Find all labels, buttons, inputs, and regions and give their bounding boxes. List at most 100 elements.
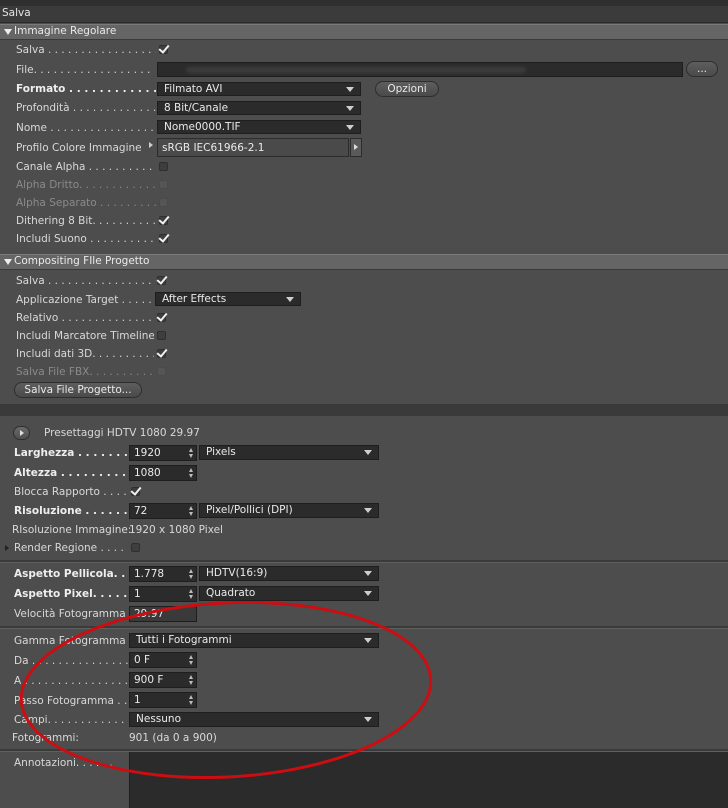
render-regione-checkbox[interactable] (131, 543, 140, 552)
aspetto-pellicola-dropdown[interactable]: HDTV(16:9) (199, 566, 379, 581)
separator (0, 560, 728, 563)
canale-alpha-label: Canale Alpha . . . . . . . . . . . (16, 161, 156, 173)
alpha-dritto-label: Alpha Dritto. . . . . . . . . . . . . (16, 179, 156, 191)
gamma-fotogramma-dropdown[interactable]: Tutti i Fotogrammi (129, 633, 379, 648)
aspetto-pellicola-input[interactable]: 1.778 (129, 566, 197, 582)
includi-suono-label: Includi Suono . . . . . . . . . . . (16, 233, 156, 245)
chevron-down-icon (364, 571, 372, 576)
render-regione-expand-icon[interactable] (5, 545, 9, 551)
applicazione-target-dropdown[interactable]: After Effects (155, 292, 301, 306)
chevron-down-icon (346, 106, 354, 111)
nome-label: Nome . . . . . . . . . . . . . . . . (16, 122, 154, 134)
chevron-down-icon (364, 508, 372, 513)
dithering-label: Dithering 8 Bit. . . . . . . . . . . (16, 215, 156, 227)
velocita-label: Velocità Fotogramma (14, 608, 126, 620)
chevron-down-icon (364, 450, 372, 455)
comp-salva-checkbox[interactable] (157, 276, 166, 285)
risoluzione-input[interactable]: 72 (129, 503, 197, 519)
annotazioni-textarea[interactable] (129, 752, 728, 808)
section-header-immagine-regolare[interactable]: Immagine Regolare (0, 24, 728, 40)
collapse-triangle-icon[interactable] (4, 29, 12, 35)
panel-title: Salva (2, 7, 31, 19)
annotazioni-label: Annotazioni. . . . . . (14, 757, 113, 769)
profilo-menu-button[interactable] (350, 138, 362, 157)
spinner-arrows-icon[interactable] (189, 675, 194, 685)
salva-file-progetto-button[interactable]: Salva File Progetto... (14, 382, 142, 398)
chevron-down-icon (364, 717, 372, 722)
gamma-fotogramma-label: Gamma Fotogramma (14, 635, 126, 647)
spinner-arrows-icon[interactable] (189, 448, 194, 458)
spinner-arrows-icon[interactable] (189, 655, 194, 665)
salva-checkbox[interactable] (159, 45, 168, 54)
risoluzione-immagine-label: RIsoluzione Immagine: (12, 524, 130, 536)
alpha-dritto-checkbox[interactable] (159, 180, 168, 189)
opzioni-button[interactable]: Opzioni (375, 81, 439, 97)
chevron-down-icon (364, 591, 372, 596)
render-regione-label: Render Regione . . . . (14, 542, 124, 554)
risoluzione-unit-dropdown[interactable]: Pixel/Pollici (DPI) (199, 503, 379, 518)
aspetto-pixel-label: Aspetto Pixel. . . . . . . . (14, 588, 128, 600)
separator (0, 626, 728, 629)
fotogrammi-value: 901 (da 0 a 900) (129, 732, 217, 744)
chevron-down-icon (346, 125, 354, 130)
fbx-checkbox[interactable] (157, 367, 166, 376)
spinner-arrows-icon[interactable] (189, 589, 194, 599)
da-input[interactable]: 0 F (129, 652, 197, 668)
section-header-compositing[interactable]: Compositing FIle Progetto (0, 254, 728, 270)
canale-alpha-checkbox[interactable] (159, 162, 168, 171)
dithering-checkbox[interactable] (159, 216, 168, 225)
passo-fotogramma-input[interactable]: 1 (129, 692, 197, 708)
larghezza-input[interactable]: 1920 (129, 445, 197, 461)
velocita-field[interactable]: 29.97 (129, 606, 197, 622)
chevron-down-icon (346, 87, 354, 92)
arrow-right-icon (354, 144, 358, 150)
panel-title-bar: Salva (0, 6, 728, 23)
file-path-input[interactable] (157, 62, 683, 77)
nome-dropdown[interactable]: Nome0000.TIF (157, 120, 361, 134)
larghezza-unit-dropdown[interactable]: Pixels (199, 445, 379, 460)
campi-dropdown[interactable]: Nessuno (129, 712, 379, 727)
formato-dropdown[interactable]: Filmato AVI (157, 82, 361, 96)
collapse-triangle-icon[interactable] (4, 259, 12, 265)
chevron-down-icon (286, 297, 294, 302)
blocca-rapporto-checkbox[interactable] (131, 487, 140, 496)
altezza-label: Altezza . . . . . . . . . . . (14, 467, 128, 479)
comp-salva-label: Salva . . . . . . . . . . . . . . . . . (16, 275, 154, 287)
marcatore-label: Includi Marcatore Timeline (16, 330, 154, 342)
da-label: Da . . . . . . . . . . . . . . . . (14, 655, 128, 667)
blurred-path-text (186, 67, 526, 73)
spinner-arrows-icon[interactable] (189, 506, 194, 516)
preset-label: Presettaggi HDTV 1080 29.97 (44, 427, 200, 439)
profondita-dropdown[interactable]: 8 Bit/Canale (157, 101, 361, 115)
passo-fotogramma-label: Passo Fotogramma . . (14, 695, 128, 707)
dati3d-label: Includi dati 3D. . . . . . . . . . . (16, 348, 154, 360)
marcatore-checkbox[interactable] (157, 331, 166, 340)
campi-label: Campi. . . . . . . . . . . . . . (14, 714, 128, 726)
aspetto-pellicola-label: Aspetto Pellicola. . . . (14, 568, 128, 580)
larghezza-label: Larghezza . . . . . . . . . (14, 447, 128, 459)
file-label: File. . . . . . . . . . . . . . . . . . (16, 64, 151, 76)
dati3d-checkbox[interactable] (157, 349, 166, 358)
collapsed-section-strip (0, 404, 728, 416)
alpha-separato-label: Alpha Separato . . . . . . . . . . (16, 197, 156, 209)
fotogrammi-label: Fotogrammi: (12, 732, 79, 744)
relativo-checkbox[interactable] (157, 313, 166, 322)
profilo-label: Profilo Colore Immagine (16, 142, 142, 154)
preset-play-button[interactable] (13, 426, 30, 440)
spinner-arrows-icon[interactable] (189, 468, 194, 478)
browse-file-button[interactable]: ... (686, 61, 718, 77)
includi-suono-checkbox[interactable] (159, 234, 168, 243)
profilo-colore-field[interactable]: sRGB IEC61966-2.1 (157, 138, 349, 157)
risoluzione-immagine-value: 1920 x 1080 Pixel (129, 524, 223, 536)
aspetto-pixel-dropdown[interactable]: Quadrato (199, 586, 379, 601)
spinner-arrows-icon[interactable] (189, 569, 194, 579)
alpha-separato-checkbox[interactable] (159, 198, 168, 207)
aspetto-pixel-input[interactable]: 1 (129, 586, 197, 602)
profondita-label: Profondità . . . . . . . . . . . . . (16, 102, 156, 114)
formato-label: Formato . . . . . . . . . . . . . . (16, 83, 156, 95)
a-input[interactable]: 900 F (129, 672, 197, 688)
spinner-arrows-icon[interactable] (189, 695, 194, 705)
blocca-rapporto-label: Blocca Rapporto . . . . (14, 486, 127, 498)
altezza-input[interactable]: 1080 (129, 465, 197, 481)
fbx-label: Salva File FBX. . . . . . . . . . . (16, 366, 154, 378)
